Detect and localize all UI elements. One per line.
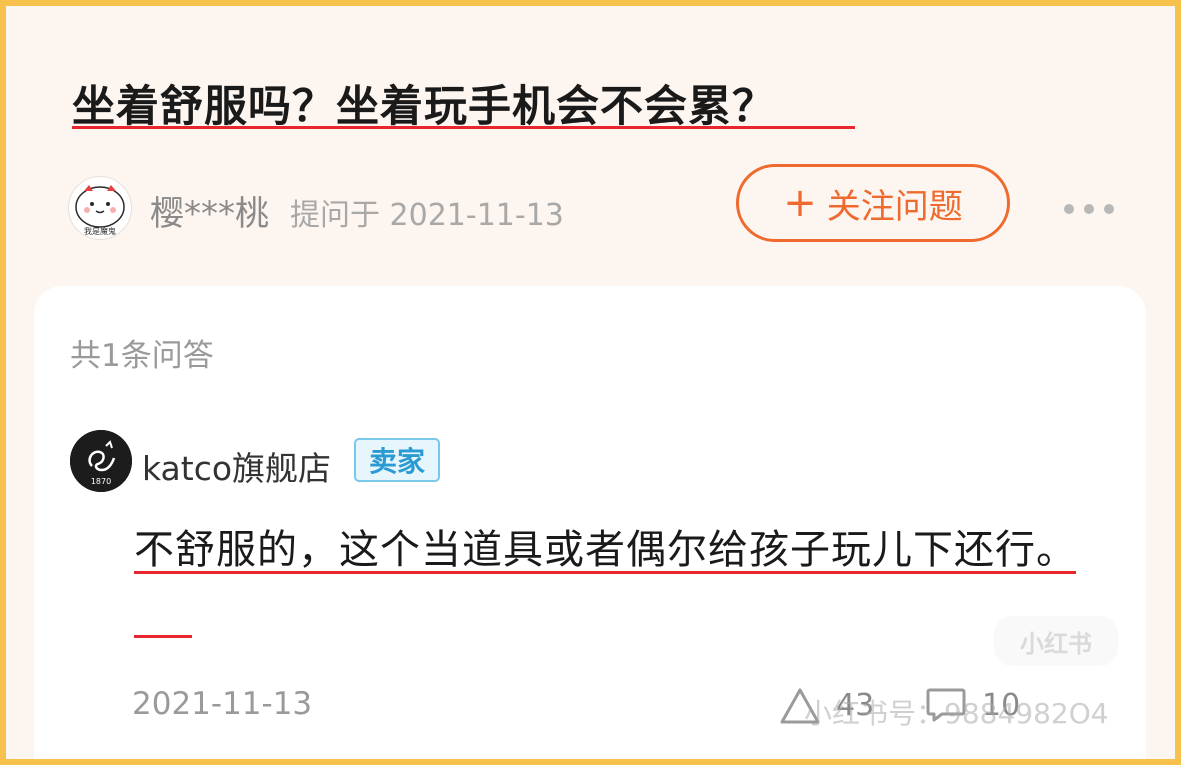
follow-question-button[interactable]: + 关注问题 [736,164,1010,242]
more-dot [1064,204,1074,214]
more-dot [1104,204,1114,214]
answer-card: 共1条问答 1870 katco旗舰店 卖家 不舒服的，这个当道具或者偶尔给孩子… [34,286,1146,759]
answer-underline [134,635,192,638]
more-dots-icon[interactable] [1064,194,1114,224]
asker-row: 我是魔鬼 樱***桃 提问于 2021-11-13 + 关注问题 [68,164,1168,248]
asker-avatar[interactable]: 我是魔鬼 [68,176,132,240]
seller-name[interactable]: katco旗舰店 [142,442,331,490]
seller-row: 1870 katco旗舰店 卖家 [70,430,670,492]
more-dot [1084,204,1094,214]
watermark-id: 小红书号：9884982O4 [804,697,1109,730]
seller-avatar[interactable]: 1870 [70,430,132,492]
question-title: 坐着舒服吗？坐着玩手机会不会累？ [72,82,776,132]
asker-avatar-image: 我是魔鬼 [75,185,125,236]
title-underline [72,126,855,129]
seller-badge: 卖家 [354,438,440,482]
watermark-logo: 小红书 [994,616,1118,666]
plus-icon: + [783,180,817,226]
answer-underline [134,571,1076,574]
answer-count: 共1条问答 [70,338,214,374]
answer-date: 2021-11-13 [132,686,313,722]
asker-avatar-caption: 我是魔鬼 [84,226,116,236]
asker-name[interactable]: 樱***桃 [150,186,269,235]
follow-question-label: 关注问题 [826,186,963,227]
seller-avatar-caption: 1870 [91,477,111,486]
seller-logo-icon: 1870 [70,430,132,492]
page-frame: 坐着舒服吗？坐着玩手机会不会累？ 我是魔鬼 樱***桃 提问于 2021-11-… [6,6,1175,759]
asker-meta: 提问于 2021-11-13 [290,198,564,233]
